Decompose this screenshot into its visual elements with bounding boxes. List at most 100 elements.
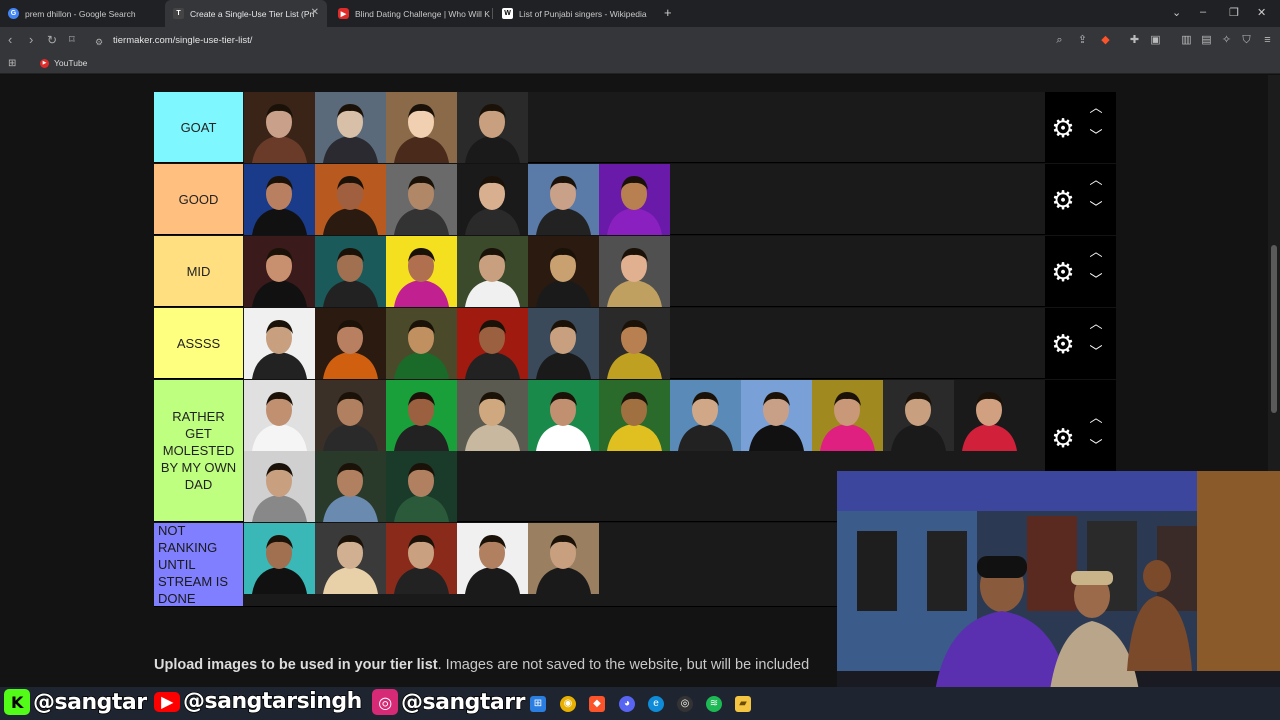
chevron-up-icon[interactable]: ︿ [1086, 100, 1106, 116]
reload-icon[interactable]: ↻ [47, 33, 57, 47]
tier-item-image[interactable] [812, 380, 883, 451]
tier-item-image[interactable] [457, 164, 528, 235]
new-tab-button[interactable]: + [664, 5, 672, 20]
tier-label[interactable]: NOT RANKING UNTIL STREAM IS DONE [154, 523, 243, 606]
site-info-icon[interactable]: ⚙ [95, 35, 103, 49]
tier-item-image[interactable] [457, 523, 528, 594]
tab-search-icon[interactable]: ⌄ [1172, 6, 1181, 19]
tier-item-image[interactable] [315, 523, 386, 594]
edge-icon[interactable]: e [648, 696, 664, 712]
gear-icon[interactable]: ⚙ [1049, 330, 1077, 358]
wallet-icon[interactable]: ▤ [1200, 34, 1213, 47]
tier-item-image[interactable] [244, 164, 315, 235]
tier-item-image[interactable] [386, 164, 457, 235]
zoom-icon[interactable]: ⌕ [1053, 34, 1066, 47]
discord-icon[interactable]: ◕ [619, 696, 635, 712]
chevron-down-icon[interactable]: ﹀ [1086, 272, 1106, 288]
vpn-icon[interactable]: ⛉ [1240, 34, 1253, 47]
chevron-up-icon[interactable]: ︿ [1086, 244, 1106, 260]
tier-item-image[interactable] [386, 236, 457, 307]
tier-item-image[interactable] [315, 92, 386, 163]
share-icon[interactable]: ⇪ [1076, 34, 1089, 47]
tier-item-image[interactable] [244, 308, 315, 379]
tier-item-image[interactable] [386, 380, 457, 451]
tier-item-image[interactable] [670, 380, 741, 451]
back-icon[interactable]: ‹ [8, 33, 12, 47]
tier-label[interactable]: GOOD [154, 164, 243, 234]
tier-item-image[interactable] [599, 308, 670, 379]
gear-icon[interactable]: ⚙ [1049, 258, 1077, 286]
brave-shield-icon[interactable]: ◆ [1099, 34, 1112, 47]
tier-item-image[interactable] [457, 380, 528, 451]
sidebar-icon[interactable]: ▥ [1180, 34, 1193, 47]
bookmark-youtube[interactable]: ▶ YouTube [40, 58, 87, 68]
tier-label[interactable]: GOAT [154, 92, 243, 162]
tier-item-image[interactable] [741, 380, 812, 451]
chevron-up-icon[interactable]: ︿ [1086, 410, 1106, 426]
tier-item-image[interactable] [528, 380, 599, 451]
tier-item-image[interactable] [244, 380, 315, 451]
chevron-down-icon[interactable]: ﹀ [1086, 128, 1106, 144]
leo-ai-icon[interactable]: ✧ [1220, 34, 1233, 47]
tier-item-image[interactable] [883, 380, 954, 451]
tier-item-image[interactable] [244, 236, 315, 307]
tier-item-image[interactable] [599, 380, 670, 451]
scrollbar-thumb[interactable] [1271, 245, 1277, 413]
extensions-icon[interactable]: ✚ [1128, 34, 1141, 47]
close-window-icon[interactable]: ✕ [1257, 6, 1266, 19]
chevron-up-icon[interactable]: ︿ [1086, 172, 1106, 188]
tier-item-image[interactable] [599, 164, 670, 235]
chevron-down-icon[interactable]: ﹀ [1086, 344, 1106, 360]
minimize-icon[interactable]: – [1200, 6, 1206, 18]
address-bar[interactable]: tiermaker.com/single-use-tier-list/ [113, 35, 252, 46]
tier-label[interactable]: ASSSS [154, 308, 243, 378]
tier-item-image[interactable] [315, 236, 386, 307]
tier-item-image[interactable] [457, 308, 528, 379]
brave-icon[interactable]: ◆ [589, 696, 605, 712]
tier-item-image[interactable] [386, 308, 457, 379]
chevron-down-icon[interactable]: ﹀ [1086, 438, 1106, 454]
tier-item-image[interactable] [528, 308, 599, 379]
tier-item-image[interactable] [315, 164, 386, 235]
menu-icon[interactable]: ≡ [1261, 34, 1274, 47]
windows-start-icon[interactable]: ⊞ [530, 696, 546, 712]
chevron-up-icon[interactable]: ︿ [1086, 316, 1106, 332]
media-icon[interactable]: ▣ [1149, 34, 1162, 47]
file-explorer-icon[interactable]: ▰ [735, 696, 751, 712]
tab-google-search[interactable]: G prem dhillon - Google Search [0, 0, 164, 27]
tier-item-image[interactable] [315, 380, 386, 451]
chevron-down-icon[interactable]: ﹀ [1086, 200, 1106, 216]
close-tab-icon[interactable]: ✕ [311, 7, 319, 18]
tier-item-image[interactable] [599, 236, 670, 307]
tier-item-image[interactable] [315, 308, 386, 379]
tier-item-image[interactable] [457, 236, 528, 307]
kick-icon: K [4, 689, 30, 715]
gear-icon[interactable]: ⚙ [1049, 114, 1077, 142]
tier-item-image[interactable] [244, 523, 315, 594]
spotify-icon[interactable]: ≋ [706, 696, 722, 712]
bookmark-icon[interactable]: ⌑ [69, 33, 75, 47]
apps-icon[interactable]: ⊞ [8, 58, 16, 69]
tier-item-image[interactable] [457, 92, 528, 163]
restore-icon[interactable]: ❐ [1229, 6, 1239, 19]
tier-item-image[interactable] [954, 380, 1025, 451]
tier-item-image[interactable] [244, 92, 315, 163]
tier-item-image[interactable] [528, 164, 599, 235]
tier-label[interactable]: RATHER GET MOLESTED BY MY OWN DAD [154, 380, 243, 521]
gear-icon[interactable]: ⚙ [1049, 424, 1077, 452]
tier-item-image[interactable] [528, 236, 599, 307]
tier-item-image[interactable] [386, 92, 457, 163]
tier-item-image[interactable] [528, 523, 599, 594]
tab-wikipedia[interactable]: W List of Punjabi singers - Wikipedia [494, 0, 654, 27]
tab-tiermaker[interactable]: T Create a Single-Use Tier List (Pri ✕ [165, 0, 327, 27]
gear-icon[interactable]: ⚙ [1049, 186, 1077, 214]
tier-item-image[interactable] [315, 451, 386, 522]
obs-icon[interactable]: ◎ [677, 696, 693, 712]
forward-icon[interactable]: › [29, 33, 33, 47]
tab-youtube-video[interactable]: ▶ Blind Dating Challenge | Who Will K [330, 0, 490, 27]
tier-item-image[interactable] [386, 451, 457, 522]
tier-label[interactable]: MID [154, 236, 243, 306]
tier-item-image[interactable] [386, 523, 457, 594]
chrome-icon[interactable]: ◉ [560, 696, 576, 712]
tier-item-image[interactable] [244, 451, 315, 522]
